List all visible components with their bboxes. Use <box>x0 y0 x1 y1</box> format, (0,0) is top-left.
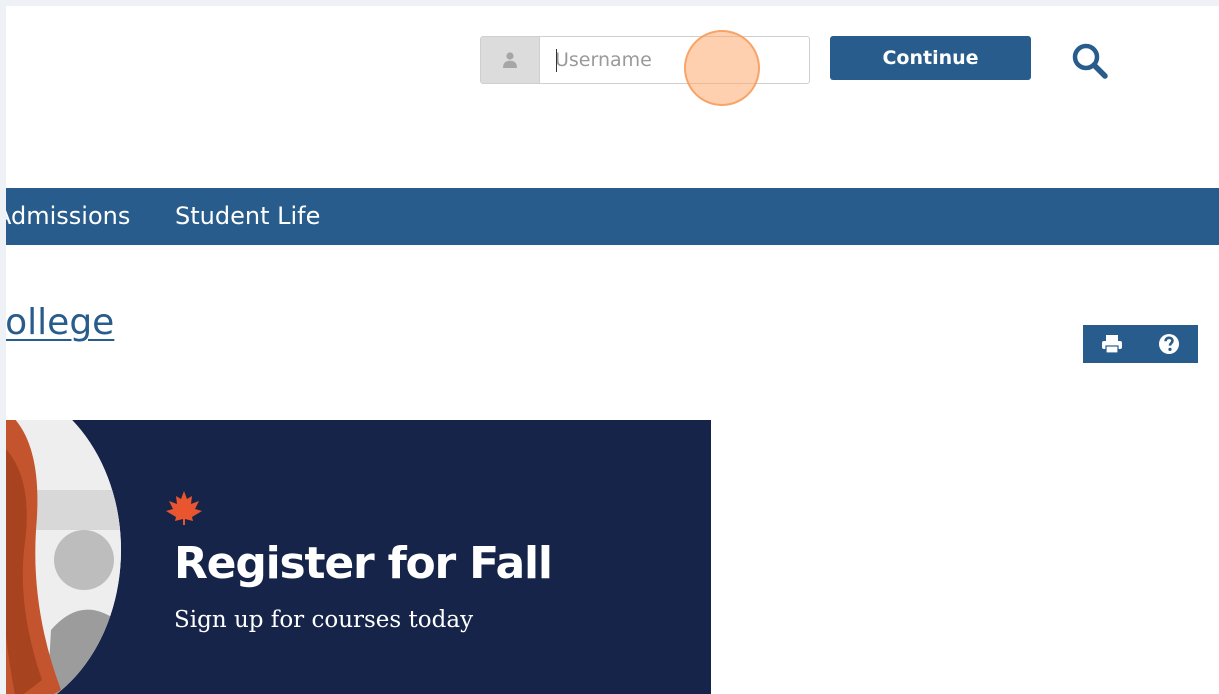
text-caret <box>556 49 557 72</box>
help-icon <box>1159 334 1179 354</box>
banner-subtext: Sign up for courses today <box>174 607 474 633</box>
user-icon <box>503 52 517 68</box>
nav-item-admissions[interactable]: Admissions <box>6 188 130 245</box>
student-illustration <box>6 420 121 694</box>
search-icon <box>1072 43 1108 79</box>
page-tools <box>1083 325 1198 363</box>
main-nav: Admissions Student Life <box>6 188 1219 245</box>
login-group <box>480 36 810 84</box>
search-button[interactable] <box>1068 40 1112 84</box>
print-button[interactable] <box>1085 325 1139 363</box>
register-banner[interactable]: Register for Fall Sign up for courses to… <box>6 420 711 694</box>
user-addon <box>481 37 540 83</box>
maple-leaf-icon <box>166 491 202 525</box>
help-button[interactable] <box>1142 325 1196 363</box>
banner-headline: Register for Fall <box>174 538 553 589</box>
print-icon <box>1102 335 1122 354</box>
continue-button[interactable]: Continue <box>830 36 1031 80</box>
nav-item-student-life[interactable]: Student Life <box>175 188 320 245</box>
username-input[interactable] <box>540 37 808 83</box>
student-photo <box>6 420 121 694</box>
page: Continue Admissions Student Life College <box>6 6 1219 694</box>
page-title[interactable]: College <box>6 302 114 343</box>
